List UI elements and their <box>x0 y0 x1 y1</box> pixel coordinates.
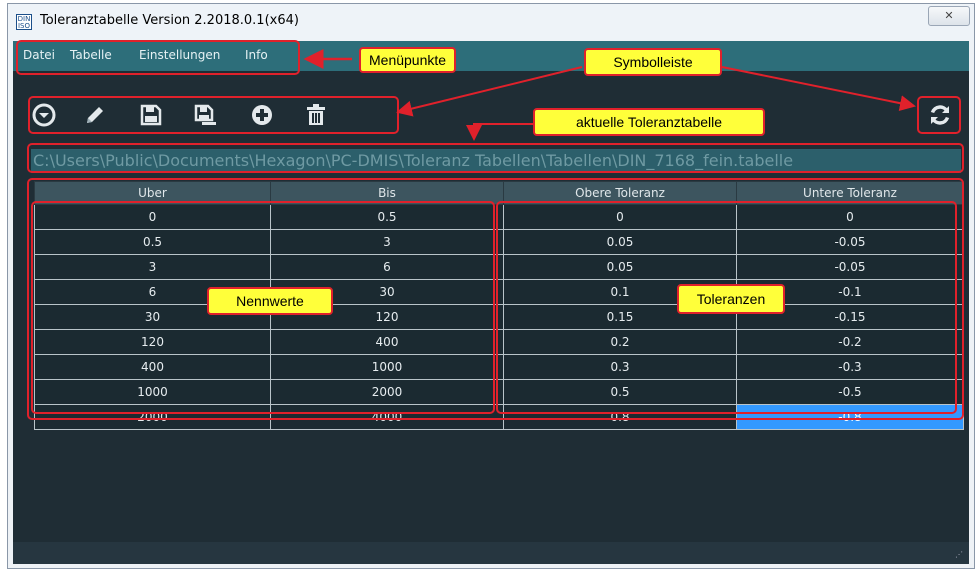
status-bar: ⋰ <box>13 542 969 564</box>
highlight-menu <box>16 40 300 75</box>
window-title: Toleranztabelle Version 2.2018.0.1(x64) <box>40 13 299 28</box>
highlight-toolbar <box>28 96 399 134</box>
callout-toleranzen: Toleranzen <box>677 284 785 314</box>
callout-symbolleiste: Symbolleiste <box>584 48 722 76</box>
app-icon: DIN ISO <box>16 14 32 30</box>
callout-menupunkte: Menüpunkte <box>359 47 457 73</box>
title-bar: DIN ISO Toleranztabelle Version 2.2018.0… <box>8 4 974 40</box>
highlight-refresh <box>917 96 961 134</box>
resize-grip-icon[interactable]: ⋰ <box>955 550 967 562</box>
highlight-path <box>27 143 964 173</box>
callout-aktuelle-toleranztabelle: aktuelle Toleranztabelle <box>533 108 765 136</box>
close-button[interactable]: ✕ <box>928 6 970 26</box>
callout-nennwerte: Nennwerte <box>207 287 333 315</box>
